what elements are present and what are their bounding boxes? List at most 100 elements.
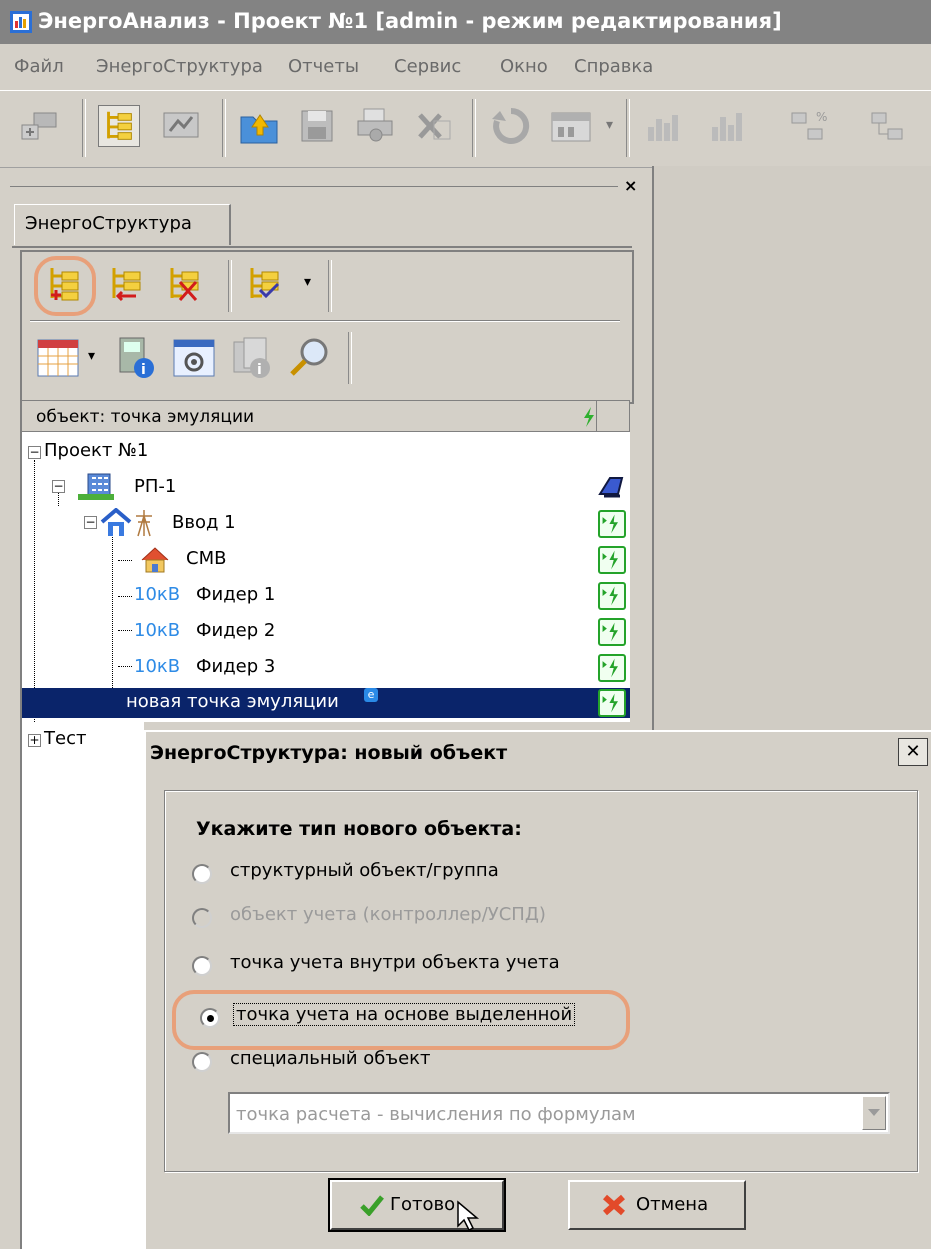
menu-reports[interactable]: Отчеты xyxy=(288,56,359,77)
tree-node-label: Ввод 1 xyxy=(172,512,236,533)
settings-window-icon[interactable] xyxy=(172,336,216,380)
delete-object-icon[interactable] xyxy=(164,264,204,304)
search-icon[interactable] xyxy=(288,336,332,380)
radio-point-based-on-selected[interactable] xyxy=(200,1008,220,1028)
menu-service[interactable]: Сервис xyxy=(394,56,461,77)
house-power-icon xyxy=(100,508,152,537)
tree-node-feeder-3[interactable]: 10кВ Фидер 3 xyxy=(22,652,630,684)
radio-label: объект учета (контроллер/УСПД) xyxy=(230,904,546,925)
move-object-icon[interactable] xyxy=(106,264,146,304)
calendar-grid-icon[interactable] xyxy=(36,336,80,380)
radio-label[interactable]: структурный объект/группа xyxy=(230,860,499,881)
metering-point-icon xyxy=(598,654,626,682)
menu-file[interactable]: Файл xyxy=(14,56,64,77)
collapse-icon[interactable]: − xyxy=(84,516,97,529)
svg-text:%: % xyxy=(816,110,827,124)
radio-label[interactable]: специальный объект xyxy=(230,1048,431,1069)
structure-tree-icon[interactable] xyxy=(98,105,140,147)
panel-close-icon[interactable]: × xyxy=(624,176,637,195)
toolbar-divider xyxy=(30,320,620,322)
metering-point-icon xyxy=(598,689,626,717)
tree-node-smv[interactable]: СМВ xyxy=(22,544,630,576)
dialog-prompt: Укажите тип нового объекта: xyxy=(196,818,522,840)
table-view-dropdown-icon[interactable]: ▾ xyxy=(606,117,613,133)
main-toolbar: ▾ % xyxy=(0,90,931,168)
ok-button[interactable]: Готово xyxy=(328,1178,506,1232)
tree-node-label: новая точка эмуляции xyxy=(126,691,339,712)
column-divider xyxy=(596,401,597,431)
svg-text:i: i xyxy=(141,362,146,378)
tree-node-project[interactable]: − Проект №1 xyxy=(22,436,630,468)
ok-label: Готово xyxy=(390,1194,456,1215)
metering-point-icon xyxy=(598,546,626,574)
object-info-icon[interactable]: i xyxy=(230,336,274,380)
tab-label: ЭнергоСтруктура xyxy=(25,213,192,234)
diagram-icon[interactable] xyxy=(160,105,202,147)
tree-node-feeder-2[interactable]: 10кВ Фидер 2 xyxy=(22,616,630,648)
radio-structural-object[interactable] xyxy=(192,864,212,884)
cancel-button[interactable]: Отмена xyxy=(568,1180,746,1230)
mouse-cursor-icon xyxy=(457,1200,480,1232)
percent-diagram-icon[interactable]: % xyxy=(786,105,842,147)
tree-node-rp[interactable]: − РП-1 xyxy=(22,472,630,504)
bar-chart-2-icon[interactable] xyxy=(704,105,768,147)
tree-node-new-point[interactable]: новая точка эмуляции e xyxy=(22,688,630,718)
cancel-icon xyxy=(603,1194,625,1216)
checkmark-icon xyxy=(360,1195,384,1216)
voltage-label: 10кВ xyxy=(134,584,181,605)
radio-point-inside-object[interactable] xyxy=(192,956,212,976)
bar-chart-icon[interactable] xyxy=(640,105,704,147)
lightning-icon xyxy=(584,407,594,427)
special-object-select[interactable]: точка расчета - вычисления по формулам xyxy=(228,1092,890,1134)
excel-export-icon[interactable] xyxy=(412,105,454,147)
svg-text:i: i xyxy=(257,362,262,378)
app-icon xyxy=(10,11,32,33)
expand-icon[interactable]: + xyxy=(28,734,41,747)
diagram-2-icon[interactable] xyxy=(866,105,926,147)
tree-node-label: СМВ xyxy=(186,548,227,569)
metering-point-icon xyxy=(598,582,626,610)
tree-node-label: Проект №1 xyxy=(44,440,149,461)
tab-energostructure[interactable]: ЭнергоСтруктура xyxy=(14,204,231,245)
device-info-icon[interactable]: i xyxy=(114,336,158,380)
radio-label[interactable]: точка учета на основе выделенной xyxy=(232,1003,576,1026)
metering-point-icon xyxy=(598,618,626,646)
tree-node-label: Тест xyxy=(44,728,87,749)
chevron-down-icon[interactable] xyxy=(862,1096,886,1130)
emulation-badge: e xyxy=(364,688,378,702)
radio-metering-object xyxy=(192,908,212,928)
radio-special-object[interactable] xyxy=(192,1052,212,1072)
voltage-label: 10кВ xyxy=(134,620,181,641)
calendar-dropdown-icon[interactable]: ▾ xyxy=(88,348,95,364)
radio-label[interactable]: точка учета внутри объекта учета xyxy=(230,952,560,973)
refresh-icon[interactable] xyxy=(490,105,532,147)
tree-node-input[interactable]: − Ввод 1 xyxy=(22,508,630,540)
check-objects-icon[interactable] xyxy=(244,264,284,304)
dialog-title: ЭнергоСтруктура: новый объект xyxy=(150,742,508,764)
tree-node-test[interactable]: + Тест xyxy=(22,726,142,758)
menu-window[interactable]: Окно xyxy=(500,56,548,77)
controller-icon xyxy=(598,477,624,498)
collapse-icon[interactable]: − xyxy=(52,480,65,493)
tree-node-label: Фидер 1 xyxy=(196,584,276,605)
house-icon xyxy=(141,547,169,573)
tree-continued xyxy=(20,722,144,1249)
dialog-close-button[interactable]: ✕ xyxy=(898,738,928,766)
menu-help[interactable]: Справка xyxy=(574,56,653,77)
open-folder-icon[interactable] xyxy=(238,105,280,147)
metering-point-icon xyxy=(598,510,626,538)
tree-node-label: РП-1 xyxy=(134,476,177,497)
save-icon[interactable] xyxy=(296,105,338,147)
dialog-title-bar: ЭнергоСтруктура: новый объект xyxy=(146,734,931,778)
menu-bar: Файл ЭнергоСтруктура Отчеты Сервис Окно … xyxy=(0,44,931,90)
check-objects-dropdown-icon[interactable]: ▾ xyxy=(304,274,311,290)
voltage-label: 10кВ xyxy=(134,656,181,677)
table-view-icon[interactable] xyxy=(548,105,598,147)
collapse-icon[interactable]: − xyxy=(28,446,41,459)
menu-energostructure[interactable]: ЭнергоСтруктура xyxy=(96,56,263,77)
tree-node-feeder-1[interactable]: 10кВ Фидер 1 xyxy=(22,580,630,612)
panel-toolbar: ▾ ▾ i i xyxy=(20,250,634,404)
add-object-icon[interactable] xyxy=(44,264,84,304)
add-connection-icon[interactable] xyxy=(18,105,60,147)
print-icon[interactable] xyxy=(354,105,396,147)
